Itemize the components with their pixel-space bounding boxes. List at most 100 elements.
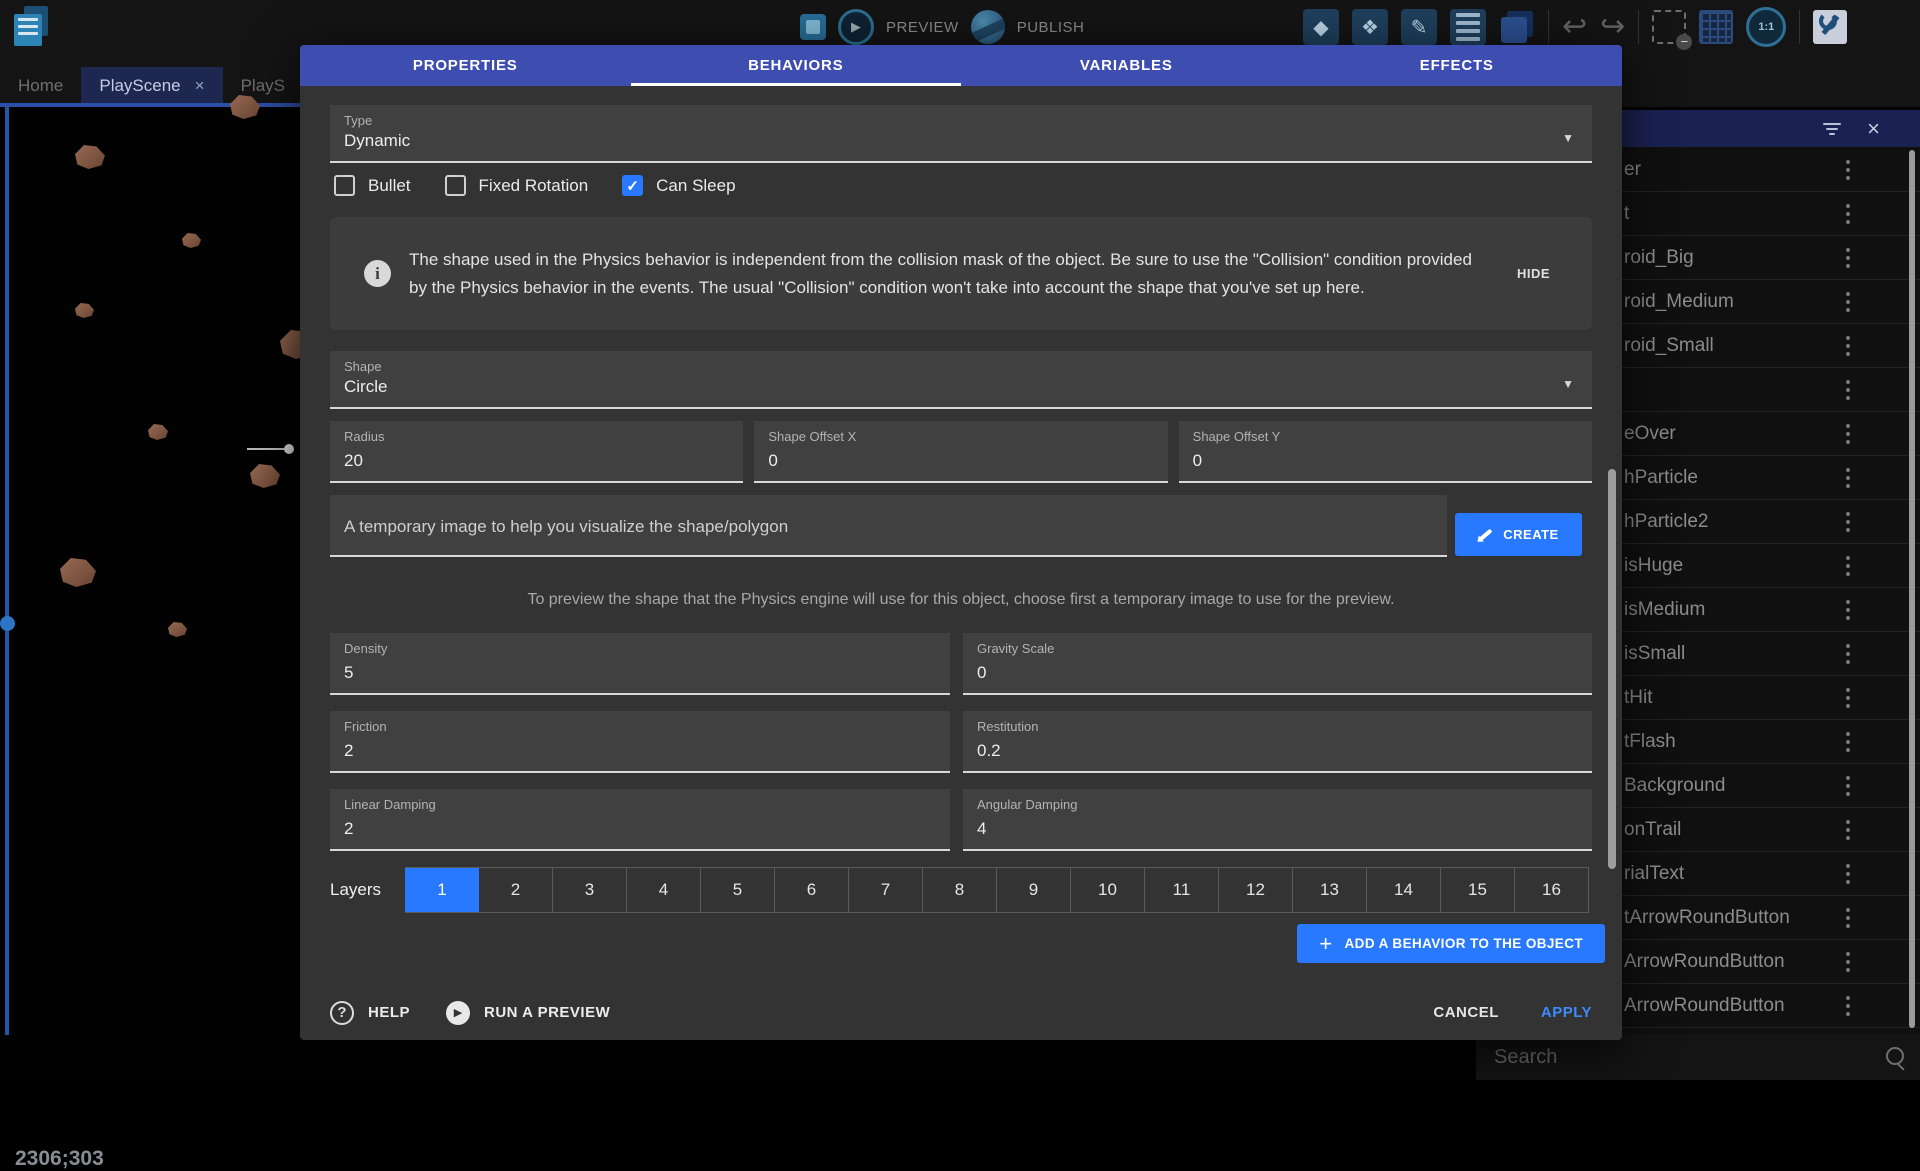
field-shape-offset-y[interactable]: Shape Offset Y0: [1179, 421, 1592, 483]
asteroid-sprite[interactable]: [75, 145, 105, 169]
editor-tab-home[interactable]: Home: [0, 67, 81, 104]
temp-image-field[interactable]: A temporary image to help you visualize …: [330, 495, 1447, 557]
layer-button-2[interactable]: 2: [479, 868, 553, 912]
asteroid-sprite[interactable]: [148, 424, 168, 440]
add-object-icon[interactable]: ◆: [1303, 9, 1339, 45]
layer-button-16[interactable]: 16: [1515, 868, 1589, 912]
dialog-tab-effects[interactable]: EFFECTS: [1292, 45, 1623, 86]
layer-button-1[interactable]: 1: [405, 868, 479, 912]
layer-button-14[interactable]: 14: [1367, 868, 1441, 912]
layer-button-3[interactable]: 3: [553, 868, 627, 912]
grid-icon[interactable]: [1699, 10, 1733, 44]
selection-handle-dot[interactable]: [0, 616, 15, 631]
apply-button[interactable]: APPLY: [1541, 1004, 1592, 1021]
selection-handle-line[interactable]: [247, 448, 289, 450]
checkbox-unchecked-icon[interactable]: [445, 175, 466, 196]
kebab-menu-icon[interactable]: [1846, 908, 1850, 928]
layer-button-8[interactable]: 8: [923, 868, 997, 912]
editor-tab-plays[interactable]: PlayS: [223, 67, 303, 104]
search-input[interactable]: Search: [1476, 1035, 1920, 1080]
kebab-menu-icon[interactable]: [1846, 380, 1850, 400]
field-linear-damping[interactable]: Linear Damping2: [330, 789, 950, 851]
layer-button-7[interactable]: 7: [849, 868, 923, 912]
dialog-scrollbar[interactable]: [1608, 469, 1616, 869]
kebab-menu-icon[interactable]: [1846, 292, 1850, 312]
field-restitution[interactable]: Restitution0.2: [963, 711, 1592, 773]
run-preview-icon[interactable]: ▶: [446, 1001, 470, 1025]
redo-icon[interactable]: ↪: [1600, 9, 1625, 45]
publish-globe-icon[interactable]: [971, 10, 1005, 44]
hide-info-button[interactable]: HIDE: [1517, 266, 1550, 281]
kebab-menu-icon[interactable]: [1846, 952, 1850, 972]
kebab-menu-icon[interactable]: [1846, 204, 1850, 224]
type-select[interactable]: Type Dynamic ▼: [330, 105, 1592, 163]
kebab-menu-icon[interactable]: [1846, 864, 1850, 884]
checkbox-unchecked-icon[interactable]: [334, 175, 355, 196]
cancel-button[interactable]: CANCEL: [1433, 1004, 1499, 1021]
help-icon[interactable]: ?: [330, 1001, 354, 1025]
object-search-box[interactable]: Search: [1476, 1035, 1920, 1080]
checkbox-fixed-rotation[interactable]: Fixed Rotation: [445, 175, 589, 196]
create-button[interactable]: CREATE: [1455, 513, 1582, 556]
asteroid-sprite[interactable]: [168, 622, 187, 637]
layer-button-15[interactable]: 15: [1441, 868, 1515, 912]
layers-icon[interactable]: [1499, 9, 1535, 45]
layer-button-6[interactable]: 6: [775, 868, 849, 912]
run-preview-button[interactable]: RUN A PREVIEW: [484, 1004, 610, 1021]
asteroid-sprite[interactable]: [75, 303, 94, 318]
instances-list-icon[interactable]: [1450, 9, 1486, 45]
kebab-menu-icon[interactable]: [1846, 468, 1850, 488]
close-panel-icon[interactable]: ×: [1867, 119, 1880, 139]
edit-scene-icon[interactable]: ✎: [1401, 9, 1437, 45]
field-radius[interactable]: Radius20: [330, 421, 743, 483]
checkbox-checked-icon[interactable]: ✓: [622, 175, 643, 196]
kebab-menu-icon[interactable]: [1846, 160, 1850, 180]
kebab-menu-icon[interactable]: [1846, 556, 1850, 576]
field-shape-offset-x[interactable]: Shape Offset X0: [754, 421, 1167, 483]
objects-groups-icon[interactable]: ❖: [1352, 9, 1388, 45]
dialog-tab-behaviors[interactable]: BEHAVIORS: [631, 45, 962, 86]
clear-selection-icon[interactable]: [1652, 10, 1686, 44]
kebab-menu-icon[interactable]: [1846, 776, 1850, 796]
undo-icon[interactable]: ↩: [1562, 9, 1587, 45]
kebab-menu-icon[interactable]: [1846, 248, 1850, 268]
kebab-menu-icon[interactable]: [1846, 732, 1850, 752]
publish-button[interactable]: PUBLISH: [1017, 19, 1085, 36]
add-behavior-button[interactable]: + ADD A BEHAVIOR TO THE OBJECT: [1297, 924, 1605, 963]
kebab-menu-icon[interactable]: [1846, 644, 1850, 664]
asteroid-sprite[interactable]: [60, 558, 96, 587]
dialog-tab-properties[interactable]: PROPERTIES: [300, 45, 631, 86]
layer-button-12[interactable]: 12: [1219, 868, 1293, 912]
debugger-icon[interactable]: [800, 14, 826, 40]
layer-button-13[interactable]: 13: [1293, 868, 1367, 912]
editor-tab-playscene[interactable]: PlayScene×: [81, 67, 222, 104]
layer-button-10[interactable]: 10: [1071, 868, 1145, 912]
kebab-menu-icon[interactable]: [1846, 600, 1850, 620]
shape-select[interactable]: Shape Circle ▼: [330, 351, 1592, 409]
kebab-menu-icon[interactable]: [1846, 512, 1850, 532]
preview-button[interactable]: PREVIEW: [886, 19, 959, 36]
kebab-menu-icon[interactable]: [1846, 336, 1850, 356]
zoom-one-to-one-icon[interactable]: 1:1: [1746, 7, 1786, 47]
help-button[interactable]: HELP: [368, 1004, 410, 1021]
kebab-menu-icon[interactable]: [1846, 996, 1850, 1016]
field-density[interactable]: Density5: [330, 633, 950, 695]
layer-button-9[interactable]: 9: [997, 868, 1071, 912]
filter-list-icon[interactable]: [1823, 123, 1841, 135]
kebab-menu-icon[interactable]: [1846, 424, 1850, 444]
setup-wrench-icon[interactable]: [1813, 10, 1847, 44]
checkbox-bullet[interactable]: Bullet: [334, 175, 411, 196]
field-gravity-scale[interactable]: Gravity Scale0: [963, 633, 1592, 695]
layer-button-4[interactable]: 4: [627, 868, 701, 912]
dialog-tab-variables[interactable]: VARIABLES: [961, 45, 1292, 86]
asteroid-sprite[interactable]: [182, 233, 201, 248]
kebab-menu-icon[interactable]: [1846, 820, 1850, 840]
kebab-menu-icon[interactable]: [1846, 688, 1850, 708]
checkbox-can-sleep[interactable]: ✓Can Sleep: [622, 175, 735, 196]
layer-button-11[interactable]: 11: [1145, 868, 1219, 912]
asteroid-sprite[interactable]: [250, 464, 280, 488]
project-manager-icon[interactable]: [12, 6, 52, 48]
field-friction[interactable]: Friction2: [330, 711, 950, 773]
panel-scrollbar[interactable]: [1909, 150, 1915, 1028]
close-tab-icon[interactable]: ×: [195, 76, 205, 96]
